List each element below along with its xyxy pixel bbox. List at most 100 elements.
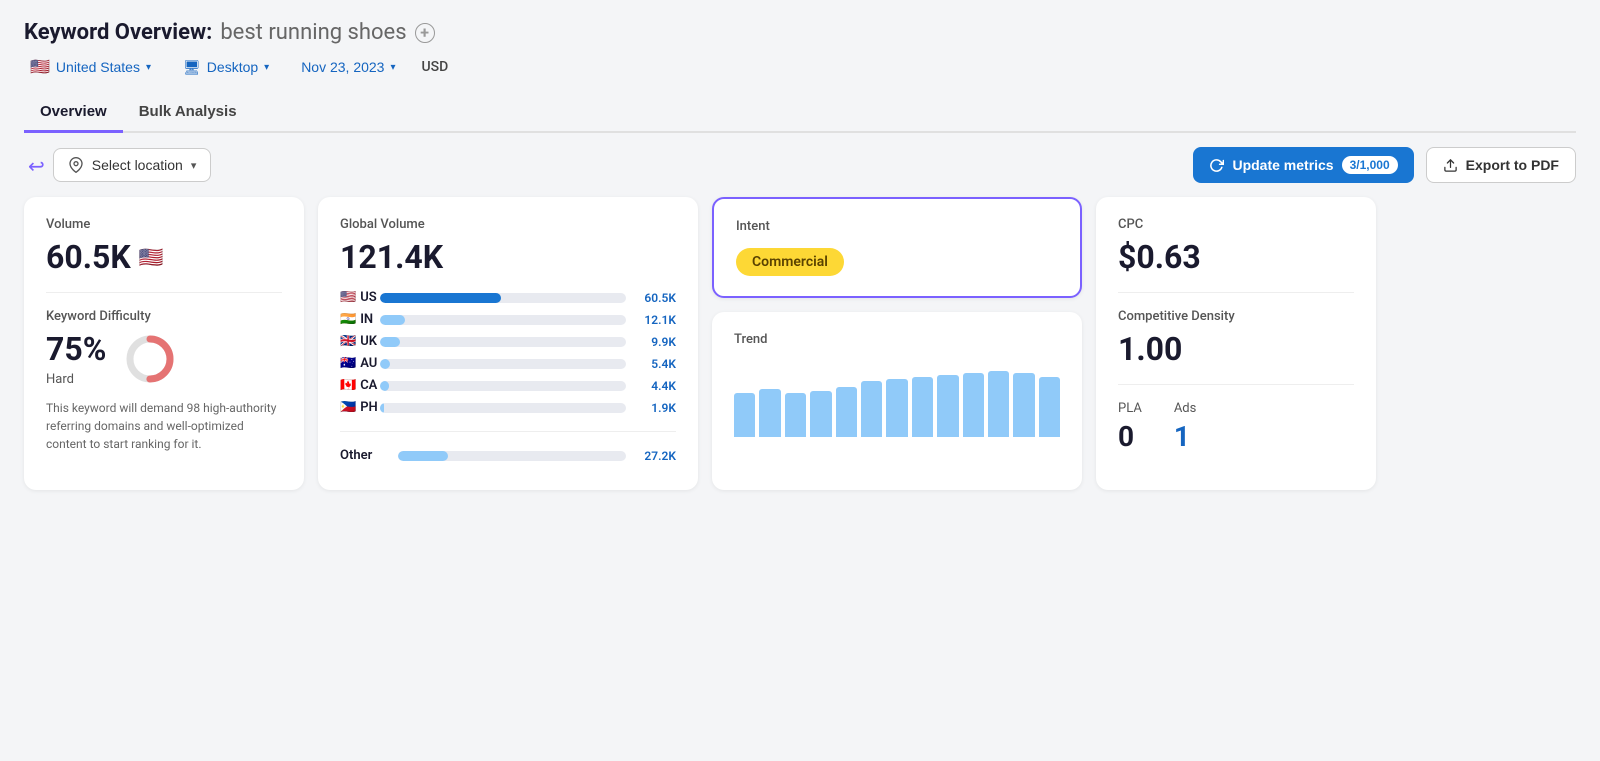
country-filter[interactable]: 🇺🇸 United States ▾ xyxy=(24,53,161,81)
difficulty-value: 75% Hard xyxy=(46,330,106,387)
keyword-text: best running shoes xyxy=(220,20,406,45)
pla-value: 0 xyxy=(1118,420,1142,453)
tabs-row: Overview Bulk Analysis xyxy=(24,93,1576,133)
country-row-uk: 🇬🇧UK 9.9K xyxy=(340,334,676,349)
bar-fill-us xyxy=(380,293,501,303)
bar-container-uk xyxy=(380,337,626,347)
intent-trend-stack: Intent Commercial Trend xyxy=(712,197,1082,490)
country-chevron-icon: ▾ xyxy=(146,62,151,73)
currency-label: USD xyxy=(422,59,449,75)
device-label: Desktop xyxy=(207,59,258,75)
tab-bulk-analysis[interactable]: Bulk Analysis xyxy=(123,93,253,133)
device-icon: 🖥 xyxy=(183,59,201,76)
country-code-uk: 🇬🇧UK xyxy=(340,334,372,349)
ads-metric: Ads 1 xyxy=(1174,401,1197,453)
cpc-label: CPC xyxy=(1118,217,1354,232)
bar-container-us xyxy=(380,293,626,303)
volume-label: Volume xyxy=(46,217,282,232)
trend-card: Trend xyxy=(712,312,1082,490)
country-code-ph: 🇵🇭PH xyxy=(340,400,372,415)
date-label: Nov 23, 2023 xyxy=(301,59,384,75)
divider-4 xyxy=(1118,384,1354,385)
update-metrics-button[interactable]: Update metrics 3/1,000 xyxy=(1193,147,1413,183)
location-pin-icon xyxy=(68,157,84,173)
country-row-ph: 🇵🇭PH 1.9K xyxy=(340,400,676,415)
add-keyword-icon[interactable]: + xyxy=(415,23,435,43)
bar-container-in xyxy=(380,315,626,325)
trend-label: Trend xyxy=(734,332,1060,347)
country-row-other: Other 27.2K xyxy=(340,448,676,463)
intent-badge: Commercial xyxy=(736,248,844,276)
toolbar-right: Update metrics 3/1,000 Export to PDF xyxy=(1193,147,1576,183)
comp-density-label: Competitive Density xyxy=(1118,309,1354,324)
device-chevron-icon: ▾ xyxy=(264,62,269,73)
bar-fill-other xyxy=(398,451,448,461)
country-vol-au: 5.4K xyxy=(634,357,676,371)
global-volume-label: Global Volume xyxy=(340,217,676,232)
bar-fill-ca xyxy=(380,381,389,391)
difficulty-text: Hard xyxy=(46,372,106,387)
volume-value: 60.5K 🇺🇸 xyxy=(46,238,282,276)
country-label: United States xyxy=(56,59,140,75)
country-vol-ph: 1.9K xyxy=(634,401,676,415)
global-volume-value: 121.4K xyxy=(340,238,676,276)
date-filter[interactable]: Nov 23, 2023 ▾ xyxy=(295,55,405,79)
ads-label: Ads xyxy=(1174,401,1197,416)
export-icon xyxy=(1443,158,1458,173)
country-code-in: 🇮🇳IN xyxy=(340,312,372,327)
country-code-au: 🇦🇺AU xyxy=(340,356,372,371)
comp-density-value: 1.00 xyxy=(1118,330,1354,368)
tab-overview[interactable]: Overview xyxy=(24,93,123,133)
toolbar-row: ↩ Select location ▾ Update metrics 3/1,0… xyxy=(24,147,1576,183)
country-row-in: 🇮🇳IN 12.1K xyxy=(340,312,676,327)
pla-metric: PLA 0 xyxy=(1118,401,1142,453)
intent-label: Intent xyxy=(736,219,1058,234)
difficulty-label: Keyword Difficulty xyxy=(46,309,282,324)
difficulty-description: This keyword will demand 98 high-authori… xyxy=(46,399,282,453)
trend-bar-chart xyxy=(734,357,1060,437)
trend-bar-10 xyxy=(963,373,984,437)
export-button[interactable]: Export to PDF xyxy=(1426,147,1576,183)
trend-bar-13 xyxy=(1039,377,1060,437)
bar-container-ph xyxy=(380,403,626,413)
update-metrics-label: Update metrics xyxy=(1232,157,1333,173)
trend-bar-11 xyxy=(988,371,1009,437)
donut-svg xyxy=(122,331,178,387)
bar-container-other xyxy=(398,451,626,461)
divider-1 xyxy=(46,292,282,293)
country-vol-uk: 9.9K xyxy=(634,335,676,349)
bar-fill-ph xyxy=(380,403,384,413)
select-location-button[interactable]: Select location ▾ xyxy=(53,148,212,182)
back-arrow-icon[interactable]: ↩ xyxy=(28,154,45,178)
country-flag: 🇺🇸 xyxy=(30,57,50,77)
bar-container-ca xyxy=(380,381,626,391)
divider-2 xyxy=(340,431,676,432)
trend-bar-5 xyxy=(836,387,857,437)
country-vol-other: 27.2K xyxy=(634,449,676,463)
global-volume-card: Global Volume 121.4K 🇺🇸US 60.5K 🇮🇳IN xyxy=(318,197,698,490)
device-filter[interactable]: 🖥 Desktop ▾ xyxy=(177,55,279,80)
intent-card: Intent Commercial xyxy=(712,197,1082,298)
trend-bar-3 xyxy=(785,393,806,437)
trend-bar-2 xyxy=(759,389,780,437)
title-prefix: Keyword Overview: xyxy=(24,20,212,45)
trend-bar-12 xyxy=(1013,373,1034,437)
pla-label: PLA xyxy=(1118,401,1142,416)
bar-fill-uk xyxy=(380,337,400,347)
volume-card: Volume 60.5K 🇺🇸 Keyword Difficulty 75% H… xyxy=(24,197,304,490)
right-metrics-card: CPC $0.63 Competitive Density 1.00 PLA 0… xyxy=(1096,197,1376,490)
filters-row: 🇺🇸 United States ▾ 🖥 Desktop ▾ Nov 23, 2… xyxy=(24,53,1576,81)
competitive-density-section: Competitive Density 1.00 xyxy=(1118,309,1354,368)
difficulty-number: 75% xyxy=(46,330,106,368)
update-metrics-badge: 3/1,000 xyxy=(1342,156,1398,174)
date-chevron-icon: ▾ xyxy=(390,62,395,73)
country-vol-us: 60.5K xyxy=(634,291,676,305)
cards-grid: Volume 60.5K 🇺🇸 Keyword Difficulty 75% H… xyxy=(24,197,1576,490)
country-list: 🇺🇸US 60.5K 🇮🇳IN 12.1K xyxy=(340,290,676,463)
ads-value: 1 xyxy=(1174,420,1197,453)
country-row-us: 🇺🇸US 60.5K xyxy=(340,290,676,305)
country-code-us: 🇺🇸US xyxy=(340,290,372,305)
trend-bar-6 xyxy=(861,381,882,437)
difficulty-section: Keyword Difficulty 75% Hard This keyword… xyxy=(46,309,282,453)
trend-bar-7 xyxy=(886,379,907,437)
